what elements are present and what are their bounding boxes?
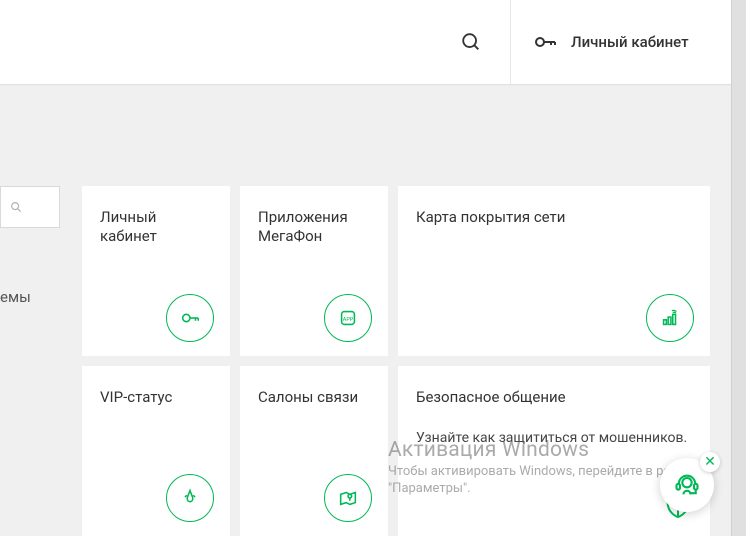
- crown-icon: [166, 474, 214, 522]
- card-stores[interactable]: Салоны связи: [240, 366, 388, 536]
- card-safe-communication[interactable]: Безопасное общение Узнайте как защититьс…: [398, 366, 710, 536]
- search-icon: [460, 31, 482, 53]
- header-search-area[interactable]: [0, 0, 511, 84]
- personal-cabinet-link[interactable]: Личный кабинет: [511, 0, 746, 84]
- cards-grid: Личный кабинет Приложения МегаФон APP К: [82, 186, 720, 536]
- card-title: Личный кабинет: [100, 208, 212, 246]
- personal-cabinet-label: Личный кабинет: [571, 33, 689, 51]
- svg-text:APP: APP: [343, 317, 354, 323]
- card-title: Салоны связи: [258, 388, 370, 407]
- card-subtitle: Узнайте как защититься от мошенников.: [416, 429, 692, 447]
- sidebar-search-input[interactable]: [0, 186, 60, 228]
- card-title: Карта покрытия сети: [416, 208, 692, 227]
- card-personal-cabinet[interactable]: Личный кабинет: [82, 186, 230, 356]
- header-shadow: [0, 84, 746, 86]
- card-vip-status[interactable]: VIP-статус: [82, 366, 230, 536]
- support-chat-button[interactable]: ✕: [660, 458, 714, 512]
- signal-icon: [646, 294, 694, 342]
- key-icon: [533, 30, 557, 54]
- sidebar-category-label[interactable]: емы: [0, 288, 65, 306]
- card-title: VIP-статус: [100, 388, 212, 407]
- headset-icon: [673, 471, 701, 499]
- search-icon: [9, 200, 23, 214]
- card-apps[interactable]: Приложения МегаФон APP: [240, 186, 388, 356]
- map-pin-icon: [324, 474, 372, 522]
- card-coverage-map[interactable]: Карта покрытия сети: [398, 186, 710, 356]
- header: Личный кабинет: [0, 0, 746, 84]
- sidebar-fragment: емы: [0, 186, 65, 376]
- scrollbar-area[interactable]: [731, 0, 746, 536]
- key-icon: [166, 294, 214, 342]
- card-title: Безопасное общение: [416, 388, 692, 407]
- app-icon: APP: [324, 294, 372, 342]
- card-title: Приложения МегаФон: [258, 208, 370, 246]
- close-icon[interactable]: ✕: [700, 452, 720, 472]
